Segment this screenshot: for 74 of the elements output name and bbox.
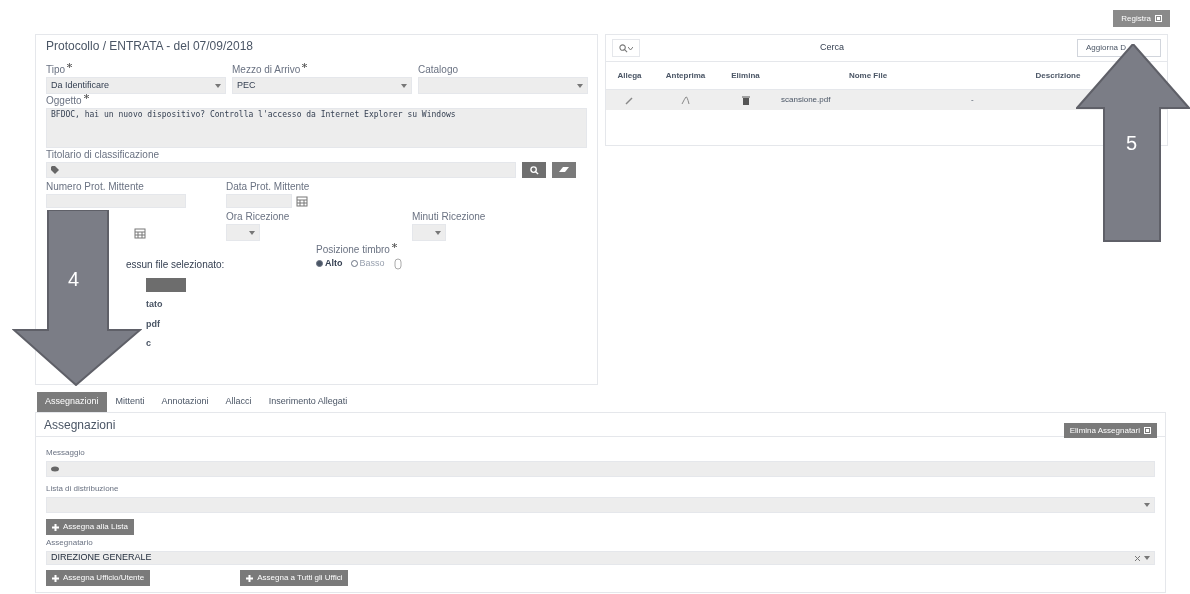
assignee-select[interactable]: DIREZIONE GENERALE <box>46 551 1155 565</box>
column-header: Anteprima <box>664 69 707 82</box>
caret-icon <box>577 83 583 88</box>
column-header: Allega <box>616 69 643 82</box>
type-select[interactable]: Da Identificare <box>46 77 226 94</box>
speech-bubble-icon <box>51 466 59 472</box>
caret-icon <box>1144 556 1150 560</box>
calendar-icon[interactable] <box>134 227 146 239</box>
caret-icon <box>215 83 221 88</box>
tab[interactable]: Annotazioni <box>153 392 217 412</box>
message-field[interactable] <box>46 461 1155 477</box>
field-label: Tipo <box>46 63 66 77</box>
plus-icon <box>52 574 59 582</box>
column-header: Nome File <box>847 69 889 82</box>
field-label: Oggetto <box>46 94 82 108</box>
clear-icon[interactable] <box>1135 555 1140 561</box>
eraser-icon <box>559 167 569 173</box>
tab[interactable]: Inserimento Allegati <box>260 392 356 412</box>
assign-button[interactable]: Assegna Ufficio/Utente <box>46 570 151 586</box>
trash-icon[interactable] <box>741 95 750 105</box>
assign-button[interactable]: Assegna a Tutti gli Uffici <box>240 570 349 586</box>
hour-select[interactable] <box>226 224 260 241</box>
classification-field[interactable] <box>46 162 516 178</box>
file-status: essun file selezionato: <box>126 258 226 272</box>
panel-title: Protocollo / ENTRATA - del 07/09/2018 <box>46 38 254 55</box>
file-description: - <box>970 94 974 106</box>
callout-number: 4 <box>68 267 80 292</box>
tab[interactable]: Allacci <box>217 392 260 412</box>
field-label: Numero Prot. Mittente <box>46 180 144 194</box>
tag-icon <box>51 166 59 174</box>
search-button[interactable]: Cerca <box>820 41 844 55</box>
arrival-select[interactable]: PEC <box>232 77 412 94</box>
square-icon <box>1144 427 1151 434</box>
column-header: Elimina <box>730 69 761 82</box>
callout-number: 5 <box>1126 131 1138 156</box>
minute-select[interactable] <box>412 224 446 241</box>
assign-button[interactable]: Assegna alla Lista <box>46 519 134 535</box>
field-label: Posizione timbro <box>316 243 390 257</box>
caret-icon <box>1144 503 1150 507</box>
attachment-text: pdf <box>146 317 160 331</box>
clear-button[interactable] <box>552 162 576 178</box>
plus-icon <box>246 574 254 582</box>
field-label: Catalogo <box>418 63 459 77</box>
section-title: Assegnazioni <box>44 416 116 434</box>
delete-assignees-button[interactable]: Elimina Assegnatari <box>1063 423 1157 438</box>
attachment-text: tato <box>146 298 163 311</box>
column-header: Descrizione <box>1034 69 1082 82</box>
field-label: Titolario di classificazione <box>46 148 159 162</box>
field-label: Mezzo di Arrivo <box>232 63 301 77</box>
sender-number-field[interactable] <box>46 194 186 208</box>
calendar-icon[interactable] <box>296 195 308 207</box>
field-label: Messaggio <box>46 447 86 459</box>
field-label: Lista di distribuzione <box>46 483 120 495</box>
chevron-icon <box>628 46 633 50</box>
subject-field[interactable]: BFDOC, hai un nuovo dispositivo? Controlla l'accesso da Internet Explorer su Windows <box>46 108 587 148</box>
caret-icon <box>249 230 255 235</box>
search-icon <box>619 43 628 53</box>
search-icon <box>529 165 539 175</box>
attachment-text: c <box>146 337 151 350</box>
caret-icon <box>401 83 407 88</box>
field-label: Assegnatario <box>46 537 94 549</box>
square-icon <box>1155 15 1162 22</box>
file-name: scansione.pdf <box>780 94 832 106</box>
plus-icon <box>52 523 59 531</box>
field-label: Ora Ricezione <box>226 210 290 224</box>
field-label: Minuti Ricezione <box>412 210 486 224</box>
search-button[interactable] <box>522 162 546 178</box>
caret-icon <box>435 230 441 235</box>
tab[interactable]: Assegnazioni <box>37 392 107 412</box>
stamp-radio[interactable]: Alto <box>316 257 343 271</box>
tab[interactable]: Mittenti <box>107 392 153 412</box>
sender-date-field[interactable] <box>226 194 292 208</box>
field-label: Data Prot. Mittente <box>226 180 310 194</box>
search-dropdown[interactable] <box>612 39 640 57</box>
